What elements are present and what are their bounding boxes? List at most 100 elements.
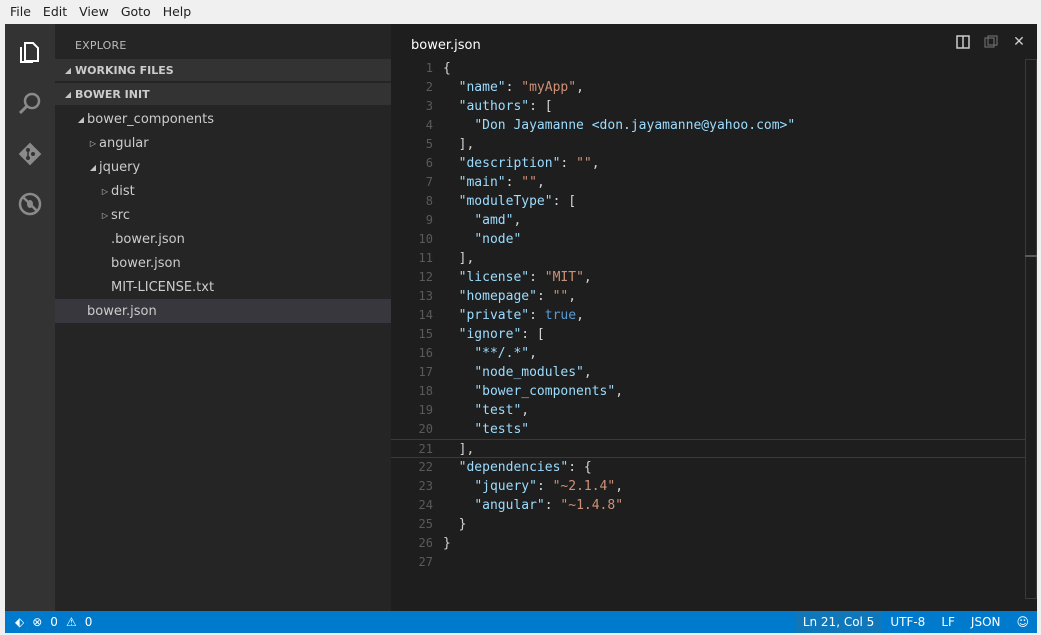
- code-line: 9 "amd",: [391, 211, 1025, 230]
- code-token: : {: [568, 460, 592, 475]
- tree-item[interactable]: ◢ jquery: [55, 155, 391, 179]
- code-token: "jquery": [474, 479, 537, 494]
- section-working-files[interactable]: ◢ WORKING FILES: [55, 59, 391, 81]
- code-line: 26}: [391, 534, 1025, 553]
- debug-icon[interactable]: [16, 190, 44, 218]
- close-icon[interactable]: ✕: [1011, 34, 1027, 50]
- code-token: "tests": [474, 422, 530, 437]
- code-token: "bower_components": [474, 384, 616, 399]
- menu-help[interactable]: Help: [157, 0, 198, 24]
- git-branch-icon[interactable]: ⬖: [15, 615, 24, 629]
- menu-file[interactable]: File: [4, 0, 37, 24]
- code-token: :: [505, 175, 522, 190]
- tree-item[interactable]: bower.json: [55, 251, 391, 275]
- tree-item[interactable]: ▷ dist: [55, 179, 391, 203]
- code-token: "": [552, 289, 569, 304]
- warning-icon[interactable]: ⚠: [66, 615, 77, 629]
- line-number: 21: [418, 442, 433, 456]
- tree-item[interactable]: MIT-LICENSE.txt: [55, 275, 391, 299]
- code-token: "node_modules": [474, 365, 584, 380]
- split-editor-icon[interactable]: [955, 34, 971, 50]
- code-line: 27: [391, 553, 1025, 572]
- code-line: 8 "moduleType": [: [391, 192, 1025, 211]
- line-content: "node": [443, 230, 521, 249]
- menu-goto[interactable]: Goto: [115, 0, 157, 24]
- line-ending[interactable]: LF: [933, 611, 963, 633]
- window: EXPLORE ◢ WORKING FILES ◢ BOWER INIT ◢ bo…: [5, 24, 1037, 611]
- line-content: "description": "",: [443, 154, 600, 173]
- tree-item-label: dist: [111, 183, 135, 199]
- line-content: }: [443, 515, 467, 534]
- tree-item[interactable]: ▷ src: [55, 203, 391, 227]
- line-number: 10: [418, 232, 433, 246]
- code-token: "description": [458, 156, 561, 171]
- code-line: 23 "jquery": "~2.1.4",: [391, 477, 1025, 496]
- files-icon[interactable]: [16, 38, 44, 66]
- code-token: "amd": [474, 213, 514, 228]
- section-label: WORKING FILES: [75, 63, 174, 77]
- code-token: ,: [615, 384, 624, 399]
- line-number: 26: [418, 536, 433, 550]
- warning-count[interactable]: 0: [85, 615, 93, 629]
- cursor-position[interactable]: Ln 21, Col 5: [794, 611, 883, 633]
- code-token: :: [536, 479, 553, 494]
- tree-item-label: jquery: [99, 159, 141, 175]
- language-mode[interactable]: JSON: [963, 611, 1009, 633]
- search-icon[interactable]: [16, 90, 44, 118]
- line-number: 11: [418, 251, 433, 265]
- line-content: "private": true,: [443, 306, 584, 325]
- line-content: "bower_components",: [443, 382, 623, 401]
- scrollbar[interactable]: [1025, 59, 1037, 599]
- code-line: 4 "Don Jayamanne <don.jayamanne@yahoo.co…: [391, 116, 1025, 135]
- tree-item[interactable]: ▷ angular: [55, 131, 391, 155]
- tree-item[interactable]: bower.json: [55, 299, 391, 323]
- code-token: "~1.4.8": [560, 498, 624, 513]
- code-token: :: [529, 270, 545, 285]
- line-content: "moduleType": [: [443, 192, 576, 211]
- tree-item[interactable]: ◢ bower_components: [55, 107, 391, 131]
- line-content: "dependencies": {: [443, 458, 592, 477]
- line-number: 4: [425, 118, 433, 132]
- activity-bar: [5, 24, 55, 611]
- code-token: :: [536, 289, 553, 304]
- errors-icon[interactable]: ⊗: [32, 615, 42, 629]
- menu-view[interactable]: View: [73, 0, 115, 24]
- scrollbar-cursor-marker: [1025, 255, 1037, 257]
- code-token: "Don Jayamanne <don.jayamanne@yahoo.com>…: [474, 118, 796, 133]
- code-token: "myApp": [521, 80, 577, 95]
- code-token: ,: [536, 175, 545, 190]
- code-token: :: [544, 498, 561, 513]
- open-changes-icon[interactable]: [983, 34, 999, 50]
- encoding[interactable]: UTF-8: [882, 611, 933, 633]
- code-line: 16 "**/.*",: [391, 344, 1025, 363]
- feedback-smiley-icon[interactable]: ☺: [1008, 611, 1037, 633]
- line-content: "jquery": "~2.1.4",: [443, 477, 623, 496]
- tree-item[interactable]: .bower.json: [55, 227, 391, 251]
- code-line: 5 ],: [391, 135, 1025, 154]
- code-token: "": [521, 175, 537, 190]
- tree-item-label: bower.json: [111, 255, 181, 271]
- code-line: 25 }: [391, 515, 1025, 534]
- line-content: }: [443, 534, 451, 553]
- section-bower-init[interactable]: ◢ BOWER INIT: [55, 83, 391, 105]
- error-count[interactable]: 0: [50, 615, 58, 629]
- line-content: "tests": [443, 420, 529, 439]
- git-icon[interactable]: [16, 140, 44, 168]
- code-token: }: [443, 517, 467, 532]
- line-content: "ignore": [: [443, 325, 545, 344]
- code-token: "main": [458, 175, 506, 190]
- code-token: "test": [474, 403, 522, 418]
- chevron-right-icon: ▷: [101, 186, 109, 196]
- code-token: ],: [443, 251, 475, 266]
- menu-edit[interactable]: Edit: [37, 0, 73, 24]
- tree-item-label: MIT-LICENSE.txt: [111, 279, 215, 295]
- code-token: "moduleType": [458, 194, 553, 209]
